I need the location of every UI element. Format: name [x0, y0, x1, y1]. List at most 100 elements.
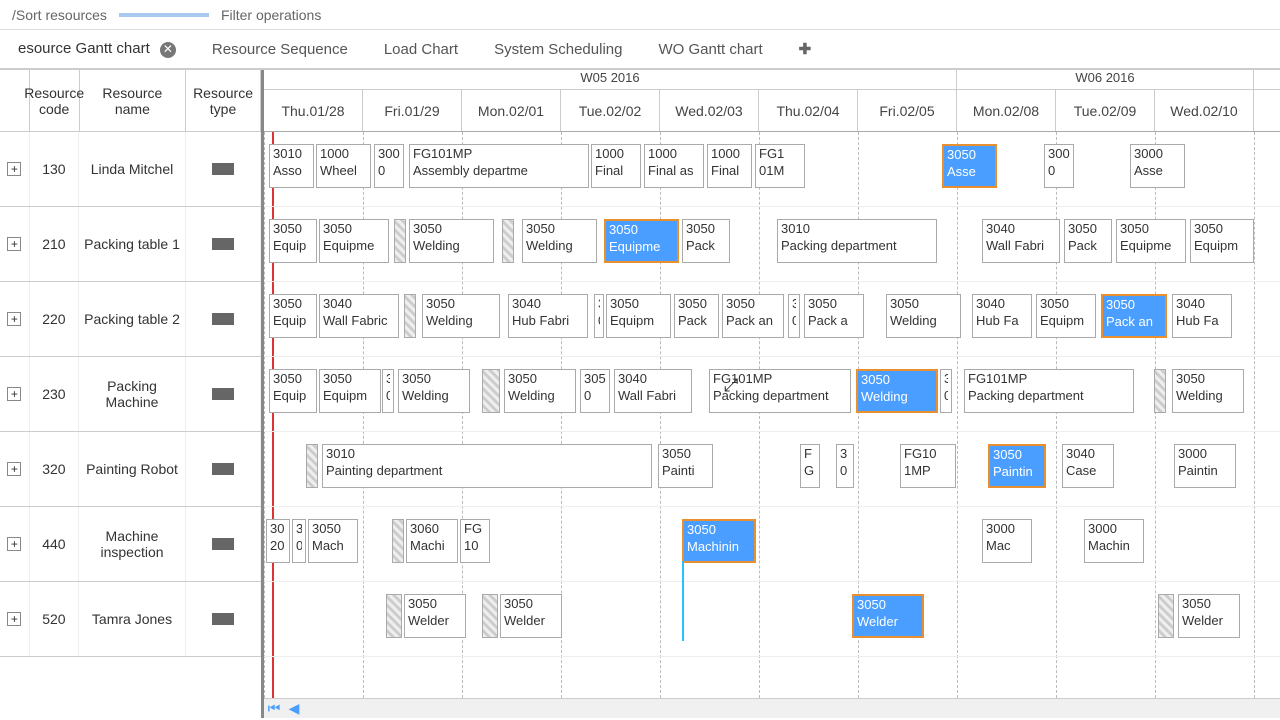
gantt-task[interactable]: 30: [594, 294, 604, 338]
gantt-task[interactable]: 3020: [266, 519, 290, 563]
gantt-task[interactable]: 3050Welding: [856, 369, 938, 413]
grid-row[interactable]: +520Tamra Jones: [0, 582, 261, 657]
tab-resource-sequence[interactable]: Resource Sequence: [194, 31, 366, 68]
gantt-task[interactable]: 3050Equipme: [319, 219, 389, 263]
tab-system-scheduling[interactable]: System Scheduling: [476, 31, 640, 68]
expand-icon[interactable]: +: [7, 462, 21, 476]
gantt-task[interactable]: 3050Pack a: [804, 294, 864, 338]
expand-icon[interactable]: +: [7, 237, 21, 251]
gantt-task[interactable]: FG101M: [755, 144, 805, 188]
gantt-task[interactable]: 3000Asse: [1130, 144, 1185, 188]
gantt-task[interactable]: 3050Equipme: [604, 219, 679, 263]
grid-row[interactable]: +320Painting Robot: [0, 432, 261, 507]
grid-row[interactable]: +440Machine inspection: [0, 507, 261, 582]
gantt-task[interactable]: 3050Welding: [886, 294, 961, 338]
gantt-row[interactable]: 3020303050Mach3060MachiFG103050Machinin3…: [264, 507, 1280, 582]
gantt-task[interactable]: 3050Equipm: [1036, 294, 1096, 338]
gantt-task[interactable]: 3050Painti: [658, 444, 713, 488]
gantt-task[interactable]: 3040Hub Fabri: [508, 294, 588, 338]
gantt-task[interactable]: 3050Equip: [269, 369, 317, 413]
grid-row[interactable]: +130Linda Mitchel: [0, 132, 261, 207]
gantt-row[interactable]: 3050Equip3050Equipme3050Welding3050Weldi…: [264, 207, 1280, 282]
chart-body[interactable]: 3010Asso1000Wheel3000FG101MPAssembly dep…: [264, 132, 1280, 698]
gantt-task[interactable]: FG10: [460, 519, 490, 563]
grid-row[interactable]: +230Packing Machine: [0, 357, 261, 432]
gantt-task[interactable]: [502, 219, 514, 263]
gantt-task[interactable]: 3050Mach: [308, 519, 358, 563]
gantt-task[interactable]: 3040Case: [1062, 444, 1114, 488]
gantt-task[interactable]: 3050Welder: [852, 594, 924, 638]
gantt-task[interactable]: 3050Pack an: [1101, 294, 1167, 338]
tab-resource-gantt[interactable]: esource Gantt chart ✕: [0, 30, 194, 68]
gantt-task[interactable]: 3050: [580, 369, 610, 413]
gantt-task[interactable]: 3040Wall Fabri: [982, 219, 1060, 263]
scroll-prev-icon[interactable]: ◀: [284, 700, 304, 718]
gantt-task[interactable]: 3040Wall Fabric: [319, 294, 399, 338]
gantt-task[interactable]: 3050Pack an: [722, 294, 784, 338]
gantt-task[interactable]: 3050Pack: [1064, 219, 1112, 263]
gantt-task[interactable]: 3050Welding: [398, 369, 470, 413]
expand-icon[interactable]: +: [7, 162, 21, 176]
expand-icon[interactable]: +: [7, 387, 21, 401]
filter-operations[interactable]: Filter operations: [209, 5, 333, 25]
tab-load-chart[interactable]: Load Chart: [366, 31, 476, 68]
gantt-task[interactable]: FG101MPPacking department: [964, 369, 1134, 413]
gantt-task[interactable]: 3050Welding: [422, 294, 500, 338]
grid-row[interactable]: +210Packing table 1: [0, 207, 261, 282]
gantt-task[interactable]: 3050Welding: [1172, 369, 1244, 413]
gantt-task[interactable]: FG: [800, 444, 820, 488]
gantt-task[interactable]: [1154, 369, 1166, 413]
gantt-task[interactable]: 3050Welder: [404, 594, 466, 638]
gantt-task[interactable]: [306, 444, 318, 488]
gantt-task[interactable]: [392, 519, 404, 563]
expand-icon[interactable]: +: [7, 612, 21, 626]
gantt-row[interactable]: 3010Asso1000Wheel3000FG101MPAssembly dep…: [264, 132, 1280, 207]
col-code[interactable]: Resource code: [30, 70, 80, 131]
grid-row[interactable]: +220Packing table 2: [0, 282, 261, 357]
gantt-row[interactable]: 3050Equip3050Equipm303050Welding3050Weld…: [264, 357, 1280, 432]
gantt-task[interactable]: 3010Asso: [269, 144, 314, 188]
gantt-task[interactable]: 3050Equip: [269, 219, 317, 263]
gantt-task[interactable]: 3050Welding: [409, 219, 494, 263]
gantt-task[interactable]: [482, 369, 500, 413]
gantt-task[interactable]: 3040Wall Fabri: [614, 369, 692, 413]
gantt-task[interactable]: FG101MPAssembly departme: [409, 144, 589, 188]
gantt-task[interactable]: 3000: [374, 144, 404, 188]
gantt-row[interactable]: 3050Equip3040Wall Fabric3050Welding3040H…: [264, 282, 1280, 357]
gantt-task[interactable]: [394, 219, 406, 263]
horizontal-scrollbar[interactable]: ⏮ ◀: [264, 698, 1280, 718]
gantt-task[interactable]: 1000Final: [707, 144, 752, 188]
gantt-task[interactable]: [386, 594, 402, 638]
gantt-task[interactable]: 3050Welding: [504, 369, 576, 413]
gantt-task[interactable]: [1158, 594, 1174, 638]
gantt-task[interactable]: 30: [788, 294, 800, 338]
gantt-row[interactable]: 3050Welder 3050Welder 3050Welder 3050Welder: [264, 582, 1280, 657]
gantt-task[interactable]: 3000Machin: [1084, 519, 1144, 563]
close-icon[interactable]: ✕: [160, 42, 176, 58]
tab-wo-gantt[interactable]: WO Gantt chart: [640, 31, 780, 68]
gantt-task[interactable]: 3050Equip: [269, 294, 317, 338]
gantt-chart[interactable]: W05 2016W06 2016 Thu.01/28Fri.01/29Mon.0…: [264, 70, 1280, 718]
gantt-task[interactable]: 3050Welding: [522, 219, 597, 263]
gantt-task[interactable]: 3050Equipm: [606, 294, 671, 338]
col-type[interactable]: Resource type: [186, 70, 261, 131]
gantt-task[interactable]: 3050Welder: [1178, 594, 1240, 638]
gantt-task[interactable]: 3050Equipm: [319, 369, 381, 413]
gantt-task[interactable]: 3050Equipme: [1116, 219, 1186, 263]
gantt-task[interactable]: 3050Machinin: [682, 519, 756, 563]
gantt-task[interactable]: 3000Paintin: [1174, 444, 1236, 488]
gantt-task[interactable]: 3050Welder: [500, 594, 562, 638]
tab-add[interactable]: ✚: [781, 30, 830, 68]
gantt-task[interactable]: 30: [292, 519, 306, 563]
gantt-task[interactable]: 3000Mac: [982, 519, 1032, 563]
filter-active-blank[interactable]: [119, 13, 209, 17]
gantt-task[interactable]: 30: [836, 444, 854, 488]
col-name[interactable]: Resource name: [80, 70, 186, 131]
filter-sort[interactable]: /Sort resources: [0, 5, 119, 25]
gantt-task[interactable]: [404, 294, 416, 338]
gantt-task[interactable]: 3000: [1044, 144, 1074, 188]
gantt-task[interactable]: 1000Wheel: [316, 144, 371, 188]
gantt-task[interactable]: 1000Final: [591, 144, 641, 188]
gantt-task[interactable]: [482, 594, 498, 638]
gantt-task[interactable]: 1000Final as: [644, 144, 704, 188]
